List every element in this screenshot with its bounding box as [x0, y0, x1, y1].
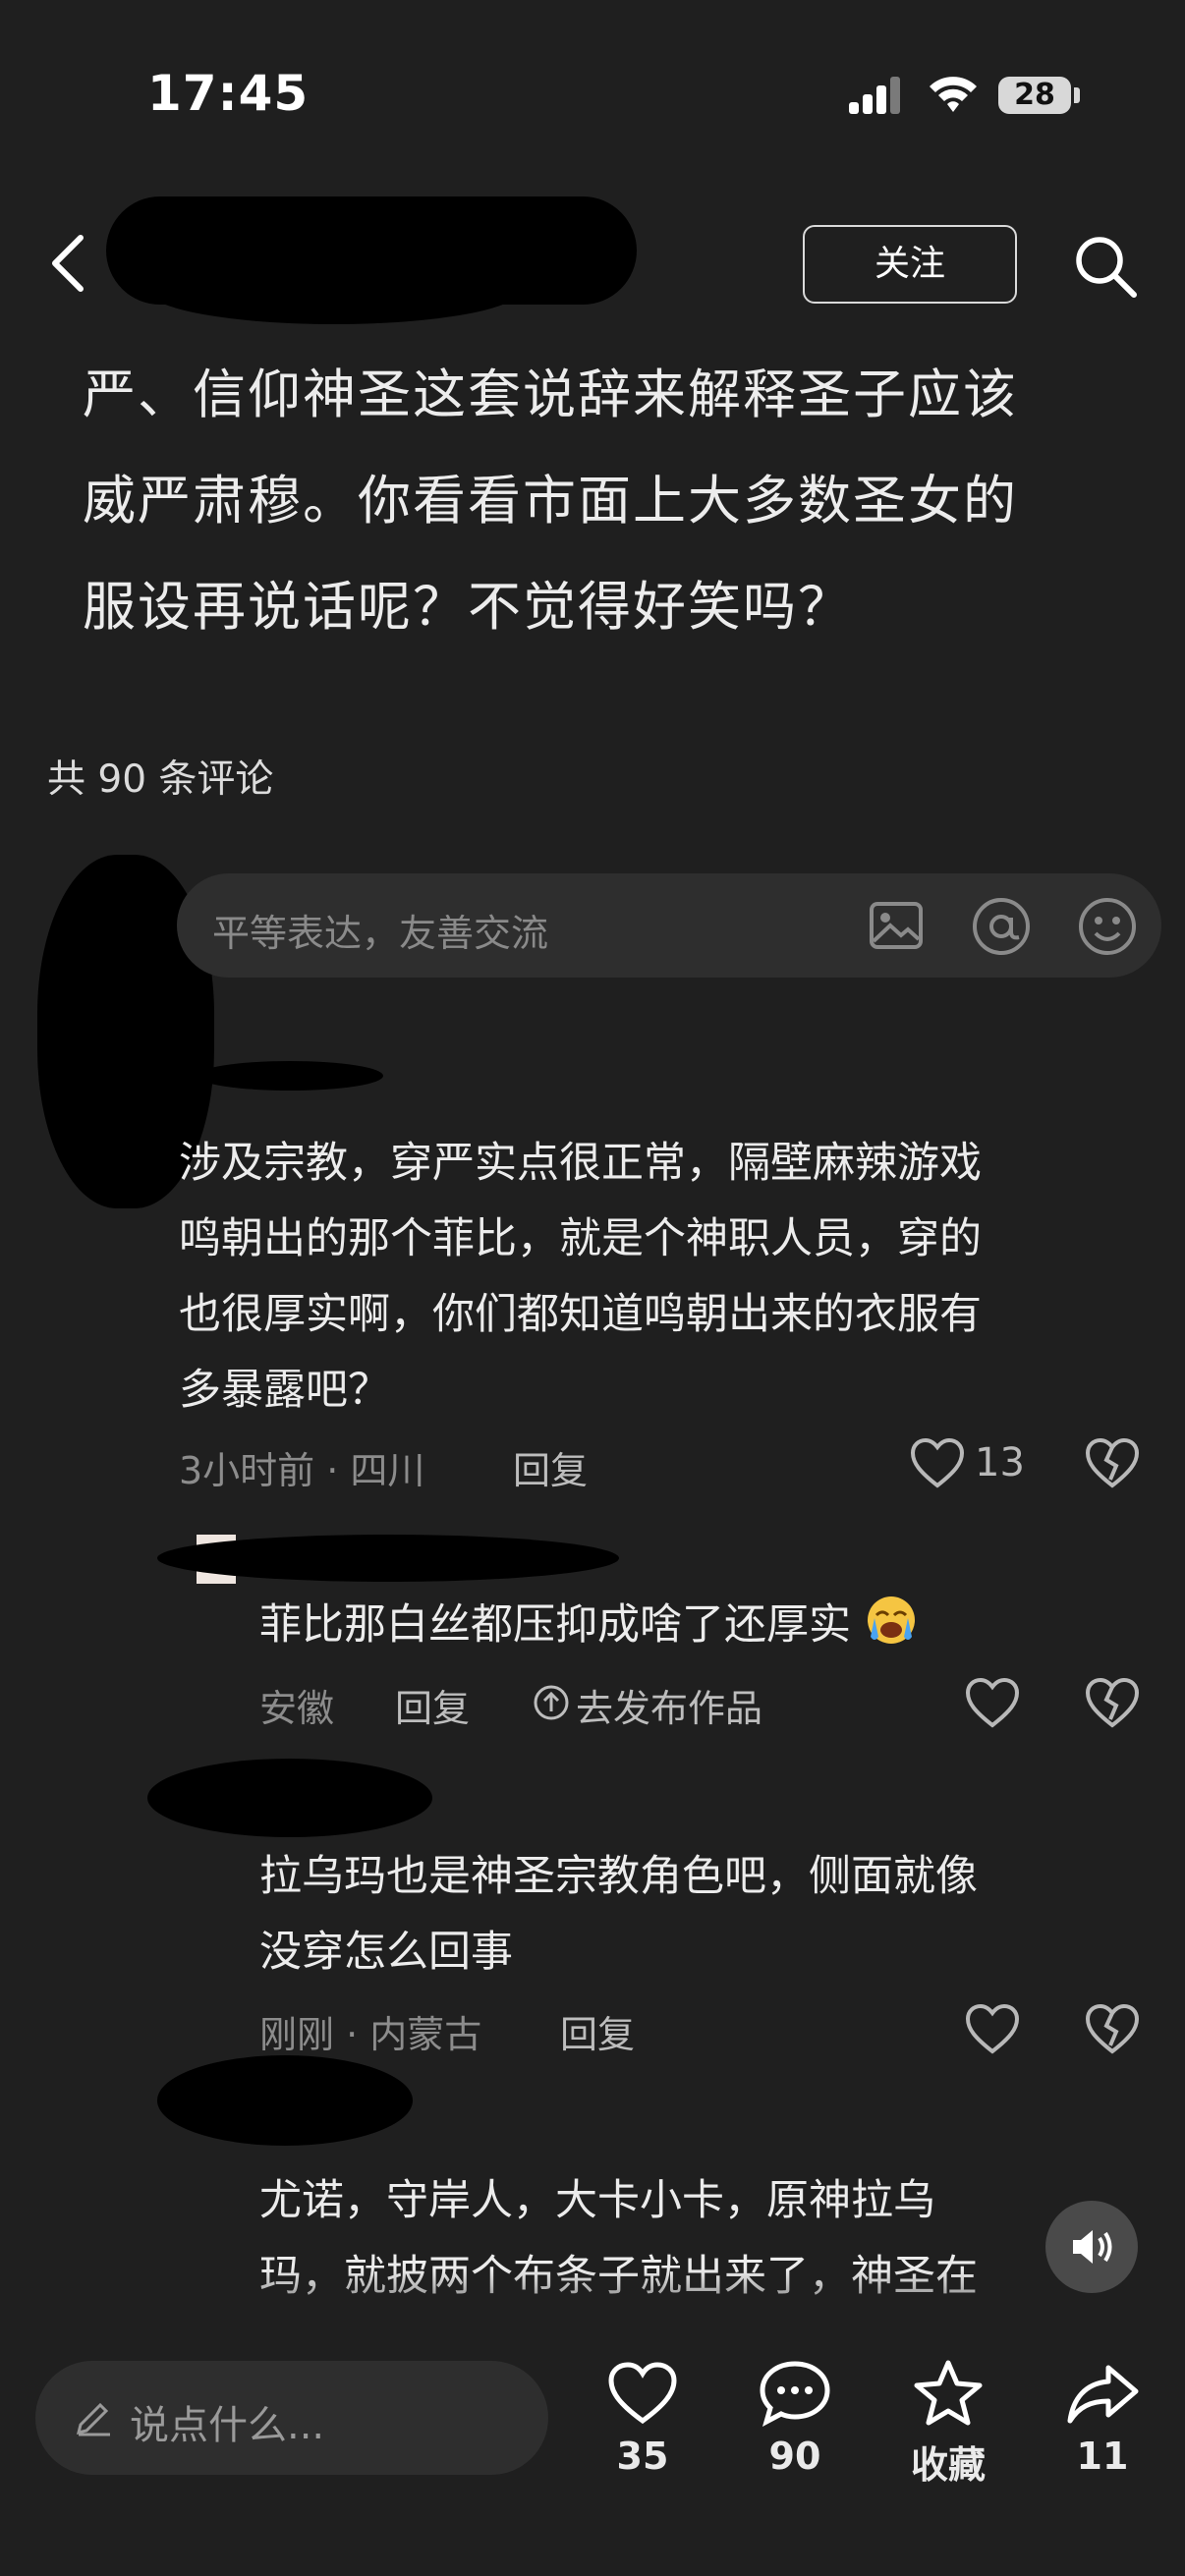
speaker-icon	[1073, 2230, 1112, 2264]
reply-button[interactable]: 回复	[395, 1678, 470, 1732]
reply-text: 拉乌玛也是神圣宗教角色吧，侧面就像 没穿怎么回事	[259, 1852, 978, 1977]
dislike-icon[interactable]	[1085, 1438, 1140, 1489]
at-icon[interactable]	[971, 896, 1032, 957]
back-arrow-icon[interactable]	[47, 232, 90, 295]
comment-icon[interactable]	[759, 2360, 831, 2427]
comment-text: 涉及宗教，穿严实点很正常，隔壁麻辣游戏 鸣朝出的那个菲比，就是个神职人员，穿的 …	[179, 1139, 982, 1415]
reply-button[interactable]: 回复	[513, 1440, 588, 1494]
like-count: 13	[975, 1440, 1025, 1485]
post-line: 严、信仰神圣这套说辞来解释圣子应该	[83, 364, 1018, 425]
image-icon[interactable]	[869, 898, 924, 953]
search-icon[interactable]	[1071, 232, 1140, 301]
post-line: 服设再说话呢？不觉得好笑吗？	[83, 576, 853, 638]
like-icon[interactable]	[965, 2004, 1020, 2055]
reply-meta: 安徽	[259, 1687, 335, 1730]
post-body-text: 严、信仰神圣这套说辞来解释圣子应该 威严肃穆。你看看市面上大多数圣女的 服设再说…	[83, 342, 1124, 660]
wifi-icon	[930, 77, 977, 112]
reply-button[interactable]: 回复	[560, 2004, 635, 2058]
comment-meta: 3小时前 · 四川	[179, 1449, 425, 1492]
sound-toggle-button[interactable]	[1045, 2201, 1138, 2293]
redacted-commenter-name	[197, 1061, 383, 1091]
share-count: 11	[1076, 2435, 1129, 2478]
battery-indicator: 28	[998, 77, 1071, 114]
post-comment-count: 90	[768, 2435, 821, 2478]
say-something-placeholder: 说点什么...	[130, 2403, 325, 2448]
publish-work-link[interactable]: 去发布作品	[576, 1678, 762, 1732]
like-icon[interactable]	[910, 1438, 965, 1489]
status-time: 17:45	[147, 65, 310, 122]
comment-input-placeholder: 平等表达，友善交流	[212, 912, 549, 955]
redacted-reply-name	[157, 1535, 619, 1582]
dislike-icon[interactable]	[1085, 2004, 1140, 2055]
cellular-signal-icon	[849, 77, 902, 114]
share-icon[interactable]	[1065, 2362, 1142, 2427]
pencil-icon	[76, 2402, 110, 2436]
publish-upload-icon	[534, 1685, 569, 1720]
emoji-icon[interactable]	[1077, 896, 1138, 957]
redacted-reply-name	[157, 2055, 413, 2146]
redacted-reply-name	[147, 1759, 432, 1837]
crying-emoji-icon	[867, 1596, 915, 1644]
post-like-count: 35	[616, 2435, 669, 2478]
comment-count: 共 90 条评论	[47, 757, 274, 802]
reply-meta: 刚刚 · 内蒙古	[259, 2013, 482, 2056]
follow-button[interactable]: 关注	[803, 225, 1017, 304]
like-icon[interactable]	[965, 1678, 1020, 1729]
post-line: 威严肃穆。你看看市面上大多数圣女的	[83, 470, 1018, 532]
star-favorite-icon[interactable]	[912, 2358, 985, 2427]
favorite-label: 收藏	[910, 2443, 986, 2487]
redacted-author-name-scribble	[147, 255, 521, 324]
battery-tip	[1074, 87, 1080, 103]
dislike-icon[interactable]	[1085, 1678, 1140, 1729]
like-post-icon[interactable]	[607, 2362, 678, 2425]
reply-text: 菲比那白丝都压抑成啥了还厚实	[259, 1588, 1144, 1663]
